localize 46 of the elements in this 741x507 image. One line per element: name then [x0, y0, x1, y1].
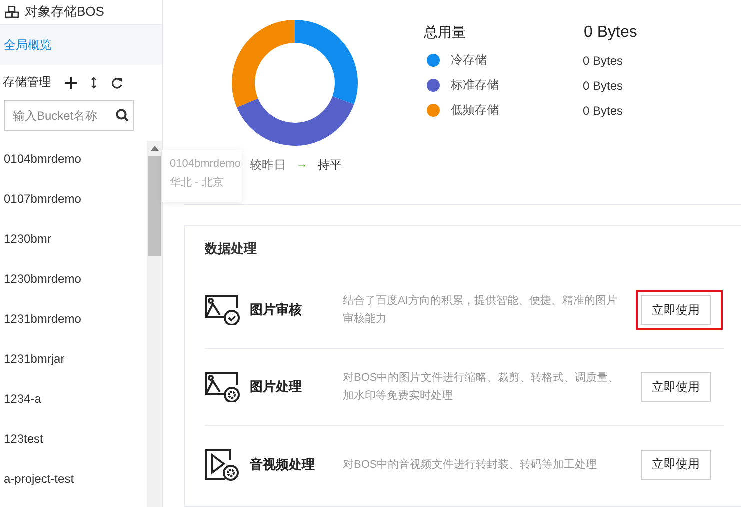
tooltip-bucket-name: 0104bmrdemo [170, 157, 241, 172]
bucket-list-item[interactable]: 1230bmr [0, 227, 147, 267]
service-description: 结合了百度AI方向的积累，提供智能、便捷、精准的图片审核能力 [343, 294, 618, 327]
bucket-list-item[interactable]: 0107bmrdemo [0, 187, 147, 227]
plus-icon [65, 76, 77, 89]
bucket-list-item[interactable]: 0104bmrdemo [0, 147, 147, 187]
tooltip-region: 华北 - 北京 [170, 176, 224, 191]
section-label: 存储管理 [3, 74, 51, 92]
service-description: 对BOS中的音视频文件进行转封装、转码等加工处理 [343, 458, 598, 472]
bucket-list-item[interactable]: 123test [0, 427, 147, 467]
legend-label: 冷存储 [451, 52, 488, 69]
use-now-button[interactable]: 立即使用 [641, 295, 711, 325]
grid-icon [5, 6, 19, 18]
service-description: 对BOS中的图片文件进行缩略、裁剪、转格式、调质量、加水印等免费实时处理 [343, 370, 620, 404]
search-field[interactable]: 输入Bucket名称 [4, 100, 134, 131]
refresh-icon [111, 76, 123, 89]
up-arrow-icon [150, 146, 158, 151]
bucket-list-item[interactable]: 1231bmrdemo [0, 307, 147, 347]
section-title: 数据处理 [205, 240, 258, 258]
bucket-list-item[interactable]: 1234-a [0, 387, 147, 427]
bucket-list-item[interactable]: 1231bmrjar [0, 347, 147, 387]
total-value: 0 Bytes [584, 24, 638, 42]
trend-arrow: → [296, 157, 308, 173]
search-icon [116, 109, 129, 122]
legend-label: 低频存储 [451, 102, 500, 119]
image-gear-icon [205, 372, 241, 402]
bucket-list-item[interactable]: a-project-test [0, 467, 147, 507]
service-name: 图片处理 [250, 378, 303, 396]
trend-value: 持平 [318, 157, 342, 174]
use-now-button[interactable]: 立即使用 [641, 372, 711, 402]
legend-label: 标准存储 [451, 77, 500, 94]
scrollbar[interactable] [147, 141, 162, 507]
service-name: 音视频处理 [250, 456, 316, 474]
legend-value: 0 Bytes [583, 104, 624, 118]
bucket-list-item[interactable]: 1230bmrdemo [0, 267, 147, 307]
image-check-icon [205, 295, 241, 325]
trend-label: 较昨日 [250, 157, 286, 174]
legend-value: 0 Bytes [583, 78, 624, 92]
total-label: 总用量 [424, 24, 467, 42]
scrollbar-thumb[interactable] [148, 156, 161, 256]
use-now-button[interactable]: 立即使用 [641, 450, 711, 480]
service-name: 图片审核 [250, 301, 303, 319]
up-down-arrow-icon [91, 76, 97, 89]
play-gear-icon [205, 448, 241, 480]
sidebar-title: 对象存储BOS [25, 3, 104, 22]
legend-value: 0 Bytes [583, 54, 624, 68]
